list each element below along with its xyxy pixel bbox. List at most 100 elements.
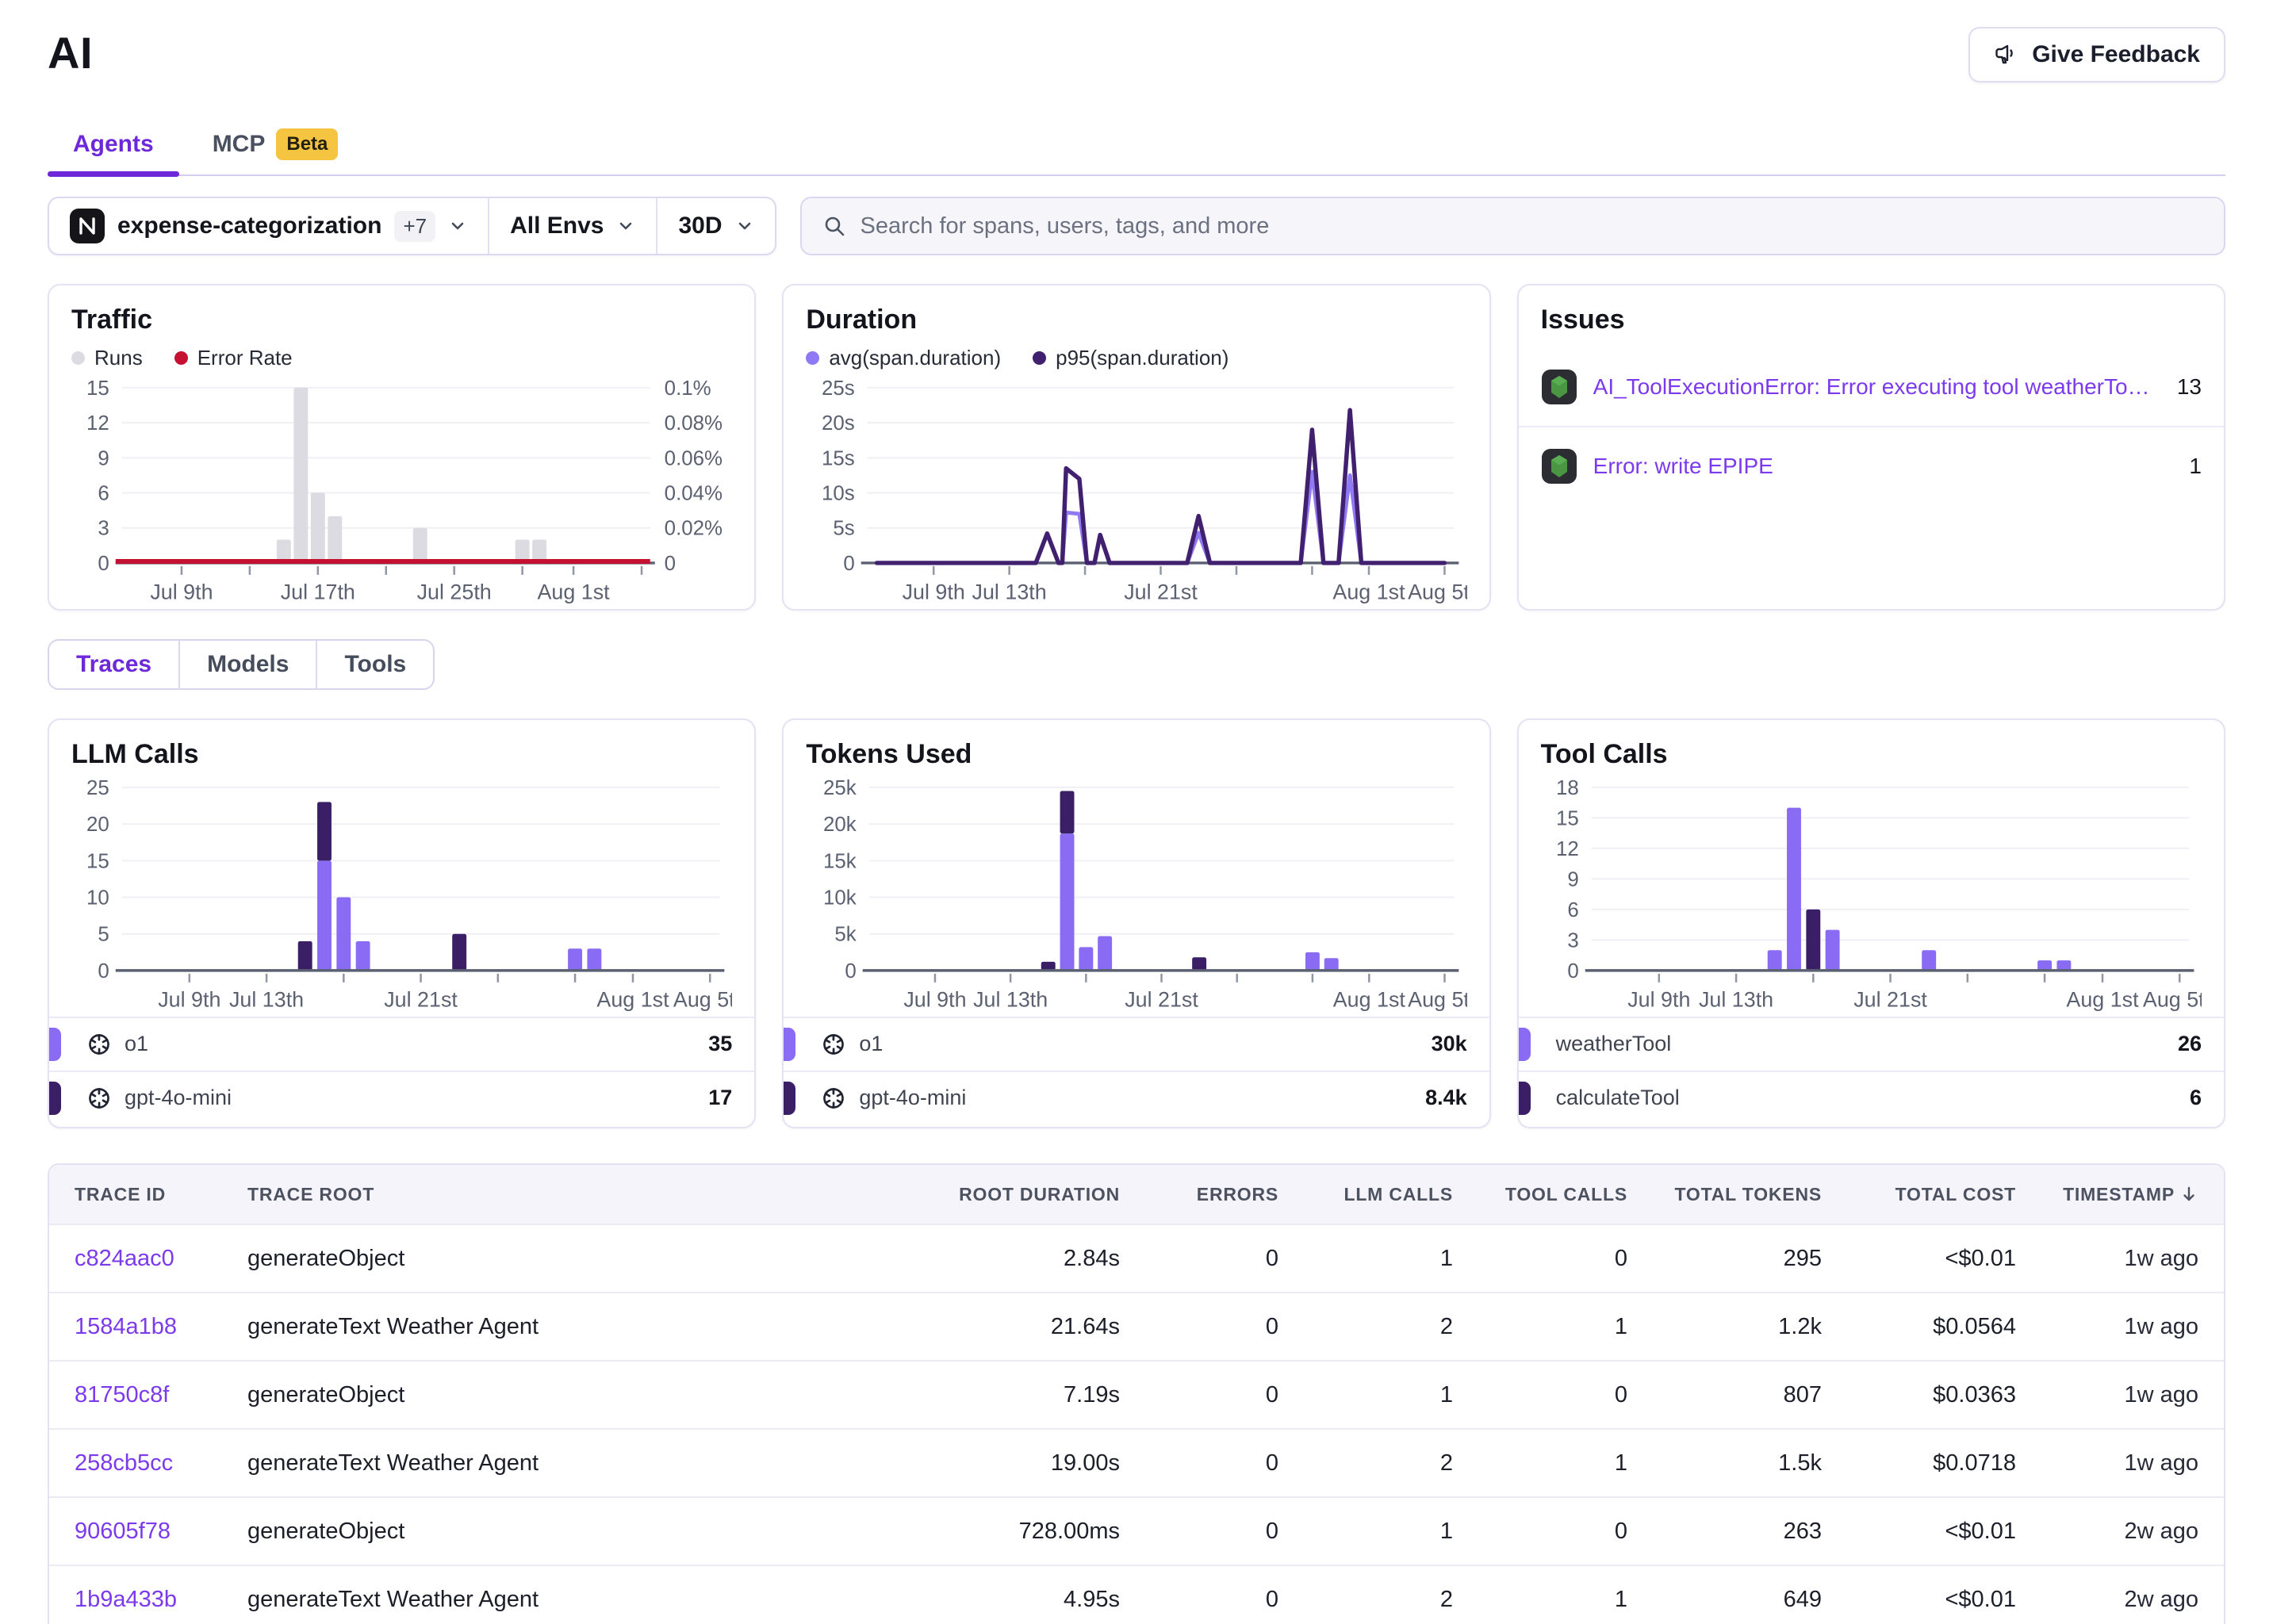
model-legend-row[interactable]: gpt-4o-mini 17 — [49, 1071, 754, 1124]
tool-name: weatherTool — [1556, 1032, 2178, 1056]
error-group-icon — [1541, 369, 1577, 405]
error-rate-legend-dot — [174, 351, 188, 365]
svg-text:Jul 9th: Jul 9th — [904, 988, 967, 1012]
tool-legend-row[interactable]: weatherTool 26 — [1519, 1017, 2224, 1071]
tool-legend-row[interactable]: calculateTool 6 — [1519, 1071, 2224, 1124]
agent-filter-dropdown[interactable]: expense-categorization +7 — [49, 198, 488, 254]
timestamp[interactable]: 2w ago — [2124, 1519, 2198, 1545]
errors: 0 — [1120, 1314, 1278, 1340]
svg-text:Jul 21st: Jul 21st — [1125, 988, 1199, 1012]
svg-text:Jul 17th: Jul 17th — [281, 580, 355, 604]
model-legend-row[interactable]: gpt-4o-mini 8.4k — [784, 1071, 1489, 1124]
svg-text:Aug 5th: Aug 5th — [2143, 988, 2202, 1012]
issue-row: AI_ToolExecutionError: Error executing t… — [1519, 348, 2224, 426]
tokens-used-card: Tokens Used 05k10k15k20k25kJul 9thJul 13… — [782, 718, 1490, 1128]
svg-text:Aug 5th: Aug 5th — [673, 988, 732, 1012]
trace-id-link[interactable]: c824aac0 — [75, 1246, 247, 1272]
timestamp[interactable]: 1w ago — [2124, 1314, 2198, 1340]
trace-id-link[interactable]: 258cb5cc — [75, 1450, 247, 1477]
duration-legend: avg(span.duration) p95(span.duration) — [806, 345, 1466, 370]
trace-root: generateObject — [247, 1519, 803, 1545]
errors: 0 — [1120, 1450, 1278, 1477]
tab-agents-label: Agents — [73, 131, 154, 158]
issues-card: Issues AI_ToolExecutionError: Error exec… — [1517, 284, 2225, 611]
tool-calls: 0 — [1453, 1246, 1627, 1272]
llm-calls: 1 — [1278, 1382, 1453, 1408]
col-total-tokens[interactable]: TOTAL TOKENS — [1627, 1184, 1822, 1205]
tab-mcp[interactable]: MCP Beta — [187, 114, 364, 174]
svg-text:0.06%: 0.06% — [665, 447, 723, 469]
svg-text:Aug 1st: Aug 1st — [596, 988, 669, 1012]
col-errors[interactable]: ERRORS — [1120, 1184, 1278, 1205]
chevron-down-icon — [616, 216, 635, 236]
date-range-dropdown[interactable]: 30D — [656, 198, 774, 254]
table-row[interactable]: 1584a1b8 generateText Weather Agent 21.6… — [49, 1292, 2224, 1360]
timestamp[interactable]: 1w ago — [2124, 1246, 2198, 1272]
svg-text:20s: 20s — [822, 412, 855, 435]
svg-text:0: 0 — [845, 960, 857, 982]
col-trace-id[interactable]: TRACE ID — [75, 1184, 247, 1205]
duration-card: Duration avg(span.duration) p95(span.dur… — [782, 284, 1490, 611]
trace-id-link[interactable]: 1b9a433b — [75, 1587, 247, 1613]
p95-legend-label: p95(span.duration) — [1056, 346, 1228, 370]
llm-calls: 1 — [1278, 1519, 1453, 1545]
env-filter-dropdown[interactable]: All Envs — [488, 198, 656, 254]
timestamp[interactable]: 1w ago — [2124, 1450, 2198, 1477]
traffic-card: Traffic Runs Error Rate 0369121500.02%0.… — [48, 284, 756, 611]
trace-id-link[interactable]: 1584a1b8 — [75, 1314, 247, 1340]
openai-icon — [86, 1032, 112, 1057]
llm-calls: 2 — [1278, 1314, 1453, 1340]
svg-text:0: 0 — [98, 553, 109, 575]
model-legend-row[interactable]: o1 30k — [784, 1017, 1489, 1071]
table-row[interactable]: 81750c8f generateObject 7.19s 0 1 0 807 … — [49, 1360, 2224, 1428]
col-root-duration[interactable]: ROOT DURATION — [803, 1184, 1120, 1205]
total-tokens: 1.2k — [1627, 1314, 1822, 1340]
table-row[interactable]: 258cb5cc generateText Weather Agent 19.0… — [49, 1428, 2224, 1496]
col-trace-root[interactable]: TRACE ROOT — [247, 1184, 803, 1205]
trace-id-link[interactable]: 90605f78 — [75, 1519, 247, 1545]
beta-badge: Beta — [276, 128, 338, 160]
svg-text:Jul 13th: Jul 13th — [1699, 988, 1773, 1012]
tab-agents[interactable]: Agents — [48, 114, 179, 174]
series-color-chip — [49, 1028, 61, 1061]
give-feedback-button[interactable]: Give Feedback — [1968, 27, 2225, 82]
timestamp-cell: 2w ago — [2016, 1587, 2198, 1613]
issue-row: Error: write EPIPE 1 — [1519, 426, 2224, 505]
trace-root: generateText Weather Agent — [247, 1314, 803, 1340]
main-tabs: Agents MCP Beta — [48, 114, 2225, 176]
root-duration: 19.00s — [803, 1450, 1120, 1477]
subtab-tools[interactable]: Tools — [316, 641, 433, 688]
search-input[interactable] — [861, 213, 2203, 239]
model-value: 8.4k — [1425, 1086, 1467, 1110]
table-row[interactable]: c824aac0 generateObject 2.84s 0 1 0 295 … — [49, 1224, 2224, 1292]
table-row[interactable]: 1b9a433b generateText Weather Agent 4.95… — [49, 1565, 2224, 1624]
timestamp-cell: 1w ago — [2016, 1246, 2198, 1272]
issues-list: AI_ToolExecutionError: Error executing t… — [1519, 348, 2224, 505]
filter-pill: expense-categorization +7 All Envs 30D — [48, 197, 776, 255]
trace-id-link[interactable]: 81750c8f — [75, 1382, 247, 1408]
svg-text:Jul 21st: Jul 21st — [1125, 580, 1198, 604]
subtab-tools-label: Tools — [344, 651, 406, 678]
llm-calls: 2 — [1278, 1587, 1453, 1613]
col-tool-calls[interactable]: TOOL CALLS — [1453, 1184, 1627, 1205]
subtab-traces[interactable]: Traces — [49, 641, 178, 688]
issue-link[interactable]: Error: write EPIPE — [1593, 454, 2174, 479]
svg-text:0: 0 — [665, 553, 676, 575]
traces-table: TRACE ID TRACE ROOT ROOT DURATION ERRORS… — [48, 1163, 2225, 1624]
errors: 0 — [1120, 1587, 1278, 1613]
svg-text:3: 3 — [98, 518, 109, 540]
timestamp[interactable]: 1w ago — [2124, 1382, 2198, 1408]
svg-text:Jul 25th: Jul 25th — [417, 580, 492, 604]
llm-calls: 1 — [1278, 1246, 1453, 1272]
table-row[interactable]: 90605f78 generateObject 728.00ms 0 1 0 2… — [49, 1496, 2224, 1565]
model-legend-row[interactable]: o1 35 — [49, 1017, 754, 1071]
tool-calls: 1 — [1453, 1314, 1627, 1340]
subtab-models[interactable]: Models — [178, 641, 316, 688]
col-timestamp[interactable]: TIMESTAMP — [2016, 1184, 2198, 1205]
col-total-cost[interactable]: TOTAL COST — [1822, 1184, 2016, 1205]
tool-calls: 1 — [1453, 1587, 1627, 1613]
timestamp[interactable]: 2w ago — [2124, 1587, 2198, 1613]
col-llm-calls[interactable]: LLM CALLS — [1278, 1184, 1453, 1205]
runs-legend-dot — [71, 351, 85, 365]
issue-link[interactable]: AI_ToolExecutionError: Error executing t… — [1593, 374, 2161, 400]
